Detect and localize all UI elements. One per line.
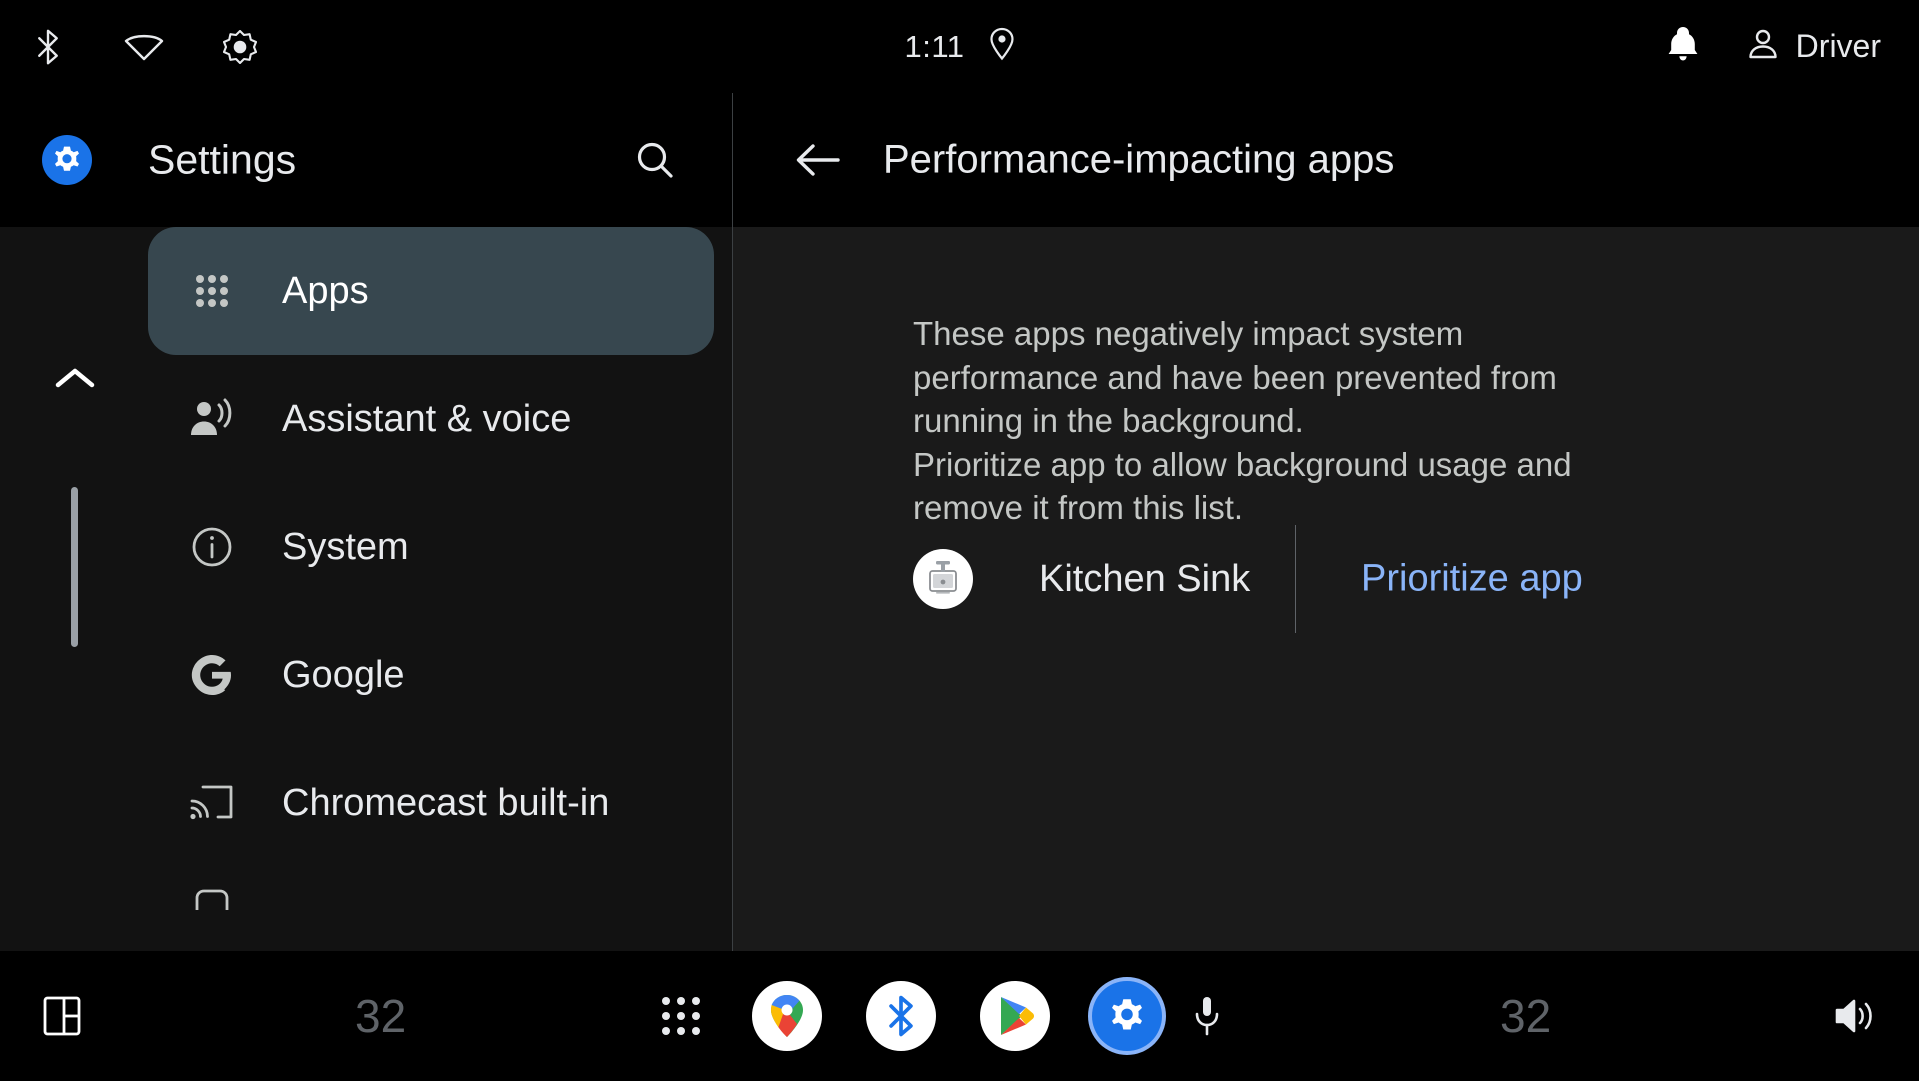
sidebar-item-google[interactable]: Google (148, 611, 714, 739)
apps-grid-icon (184, 263, 240, 319)
person-icon (1746, 27, 1780, 66)
app-launcher-icon[interactable] (660, 995, 702, 1037)
play-icon-circle (980, 981, 1050, 1051)
description-line: performance and have been prevented from (913, 358, 1557, 396)
search-icon[interactable] (625, 130, 685, 190)
location-pin-icon (989, 27, 1015, 66)
detail-header: Performance-impacting apps (733, 93, 1919, 227)
google-g-icon (184, 647, 240, 703)
description-line: Prioritize app to allow background usage… (913, 445, 1572, 483)
brightness-icon[interactable] (192, 0, 288, 93)
main-content: Settings Apps Assistant & voice System G… (0, 93, 1919, 951)
chevron-up-icon[interactable] (48, 352, 102, 406)
sidebar-item-assistant-voice[interactable]: Assistant & voice (148, 355, 714, 483)
google-maps-icon[interactable] (752, 981, 822, 1051)
user-profile[interactable]: Driver (1746, 27, 1881, 66)
wifi-icon[interactable] (96, 0, 192, 93)
google-play-icon[interactable] (980, 981, 1050, 1051)
clock: 1:11 (904, 28, 965, 64)
description-line: These apps negatively impact system (913, 315, 1464, 352)
settings-gear-icon (1092, 981, 1162, 1051)
detail-body: These apps negatively impact system perf… (733, 227, 1919, 951)
app-name-label: Kitchen Sink (1039, 557, 1251, 600)
sidebar-header: Settings (0, 93, 732, 227)
sidebar-item-label: Chromecast built-in (282, 781, 610, 824)
sidebar-item-chromecast[interactable]: Chromecast built-in (148, 739, 714, 867)
back-arrow-icon[interactable] (787, 129, 849, 191)
page-title: Performance-impacting apps (883, 137, 1395, 182)
detail-pane: Performance-impacting apps These apps ne… (733, 93, 1919, 951)
description-line: running in the background. (913, 402, 1304, 440)
info-circle-icon (184, 519, 240, 575)
sidebar-item-label: Google (282, 653, 405, 696)
chevron-down-icon[interactable] (48, 937, 102, 951)
settings-gear-icon (42, 135, 92, 185)
notification-bell-icon[interactable] (1666, 25, 1700, 68)
microphone-icon[interactable] (1192, 994, 1222, 1038)
status-bar-left-icons (0, 0, 288, 93)
sidebar-title: Settings (148, 136, 297, 183)
maps-icon-circle (752, 981, 822, 1051)
assistant-voice-icon (184, 391, 240, 447)
automotive-settings-screen: 1:11 Driver Settings Apps Assistant & vo… (0, 0, 1919, 1081)
sidebar-item-label: Apps (282, 269, 369, 312)
bluetooth-nav-icon[interactable] (866, 981, 936, 1051)
settings-sidebar: Settings Apps Assistant & voice System G… (0, 93, 732, 951)
sidebar-item-label: Assistant & voice (282, 397, 572, 440)
temperature-right[interactable]: 32 (1500, 989, 1551, 1043)
status-bar-right: Driver (1666, 0, 1881, 93)
sidebar-item-next-partial[interactable] (148, 867, 732, 927)
status-bar: 1:11 Driver (0, 0, 1919, 93)
status-bar-center: 1:11 (904, 0, 1014, 93)
bottom-nav-bar: 32 32 (0, 951, 1919, 1081)
bluetooth-icon[interactable] (0, 0, 96, 93)
kitchen-sink-app-icon (913, 549, 973, 609)
sidebar-item-list: Apps Assistant & voice System Google Chr… (148, 227, 732, 927)
sidebar-item-label: System (282, 525, 409, 568)
app-list-item[interactable]: Kitchen Sink Prioritize app (913, 517, 1793, 641)
prioritize-app-button[interactable]: Prioritize app (1361, 558, 1583, 601)
temperature-left-value: 32 (355, 990, 407, 1042)
user-name-label: Driver (1795, 28, 1881, 64)
cast-icon (184, 775, 240, 831)
volume-icon[interactable] (1833, 996, 1877, 1036)
row-divider (1295, 525, 1296, 633)
description-text: These apps negatively impact system perf… (913, 312, 1713, 530)
temperature-right-value: 32 (1500, 990, 1552, 1042)
sidebar-scrollbar[interactable] (71, 487, 78, 887)
sidebar-nav-area: Apps Assistant & voice System Google Chr… (0, 227, 732, 951)
partial-icon (184, 871, 240, 927)
sidebar-item-system[interactable]: System (148, 483, 714, 611)
temperature-left[interactable]: 32 (355, 989, 406, 1043)
settings-nav-button[interactable] (1092, 981, 1162, 1051)
sidebar-item-apps[interactable]: Apps (148, 227, 714, 355)
bluetooth-icon-circle (866, 981, 936, 1051)
split-screen-icon[interactable] (42, 994, 82, 1038)
scrollbar-thumb[interactable] (71, 487, 78, 647)
